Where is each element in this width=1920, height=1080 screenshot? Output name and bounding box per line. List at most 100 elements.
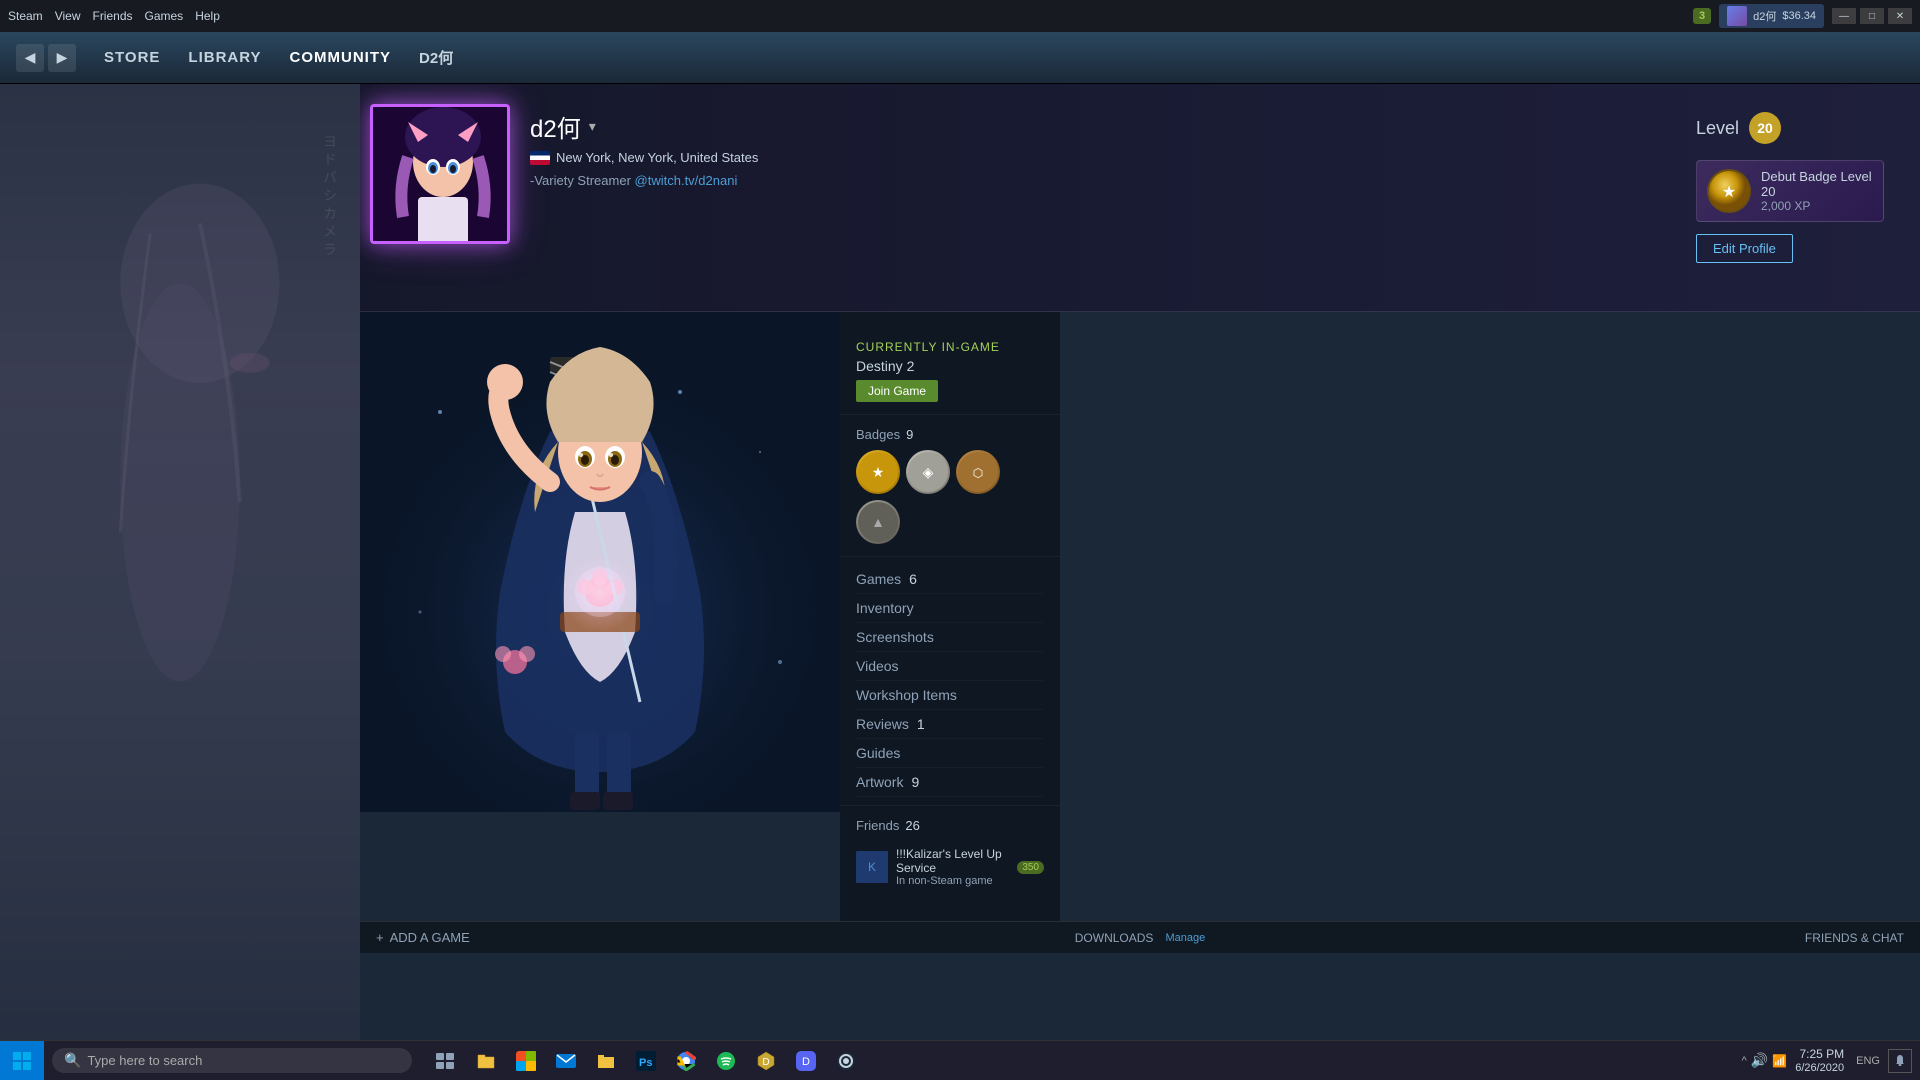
title-bar-menu: Steam View Friends Games Help	[8, 9, 220, 23]
profile-showcase	[360, 312, 840, 921]
profile-bio: -Variety Streamer @twitch.tv/d2nani	[530, 173, 1660, 188]
back-button[interactable]: ◀	[16, 44, 44, 72]
taskbar: 🔍 Type here to search Ps D	[0, 1040, 1920, 1080]
badges-count: 9	[906, 427, 913, 442]
explorer-button[interactable]	[468, 1043, 504, 1079]
profile-area: d2何 ▾ New York, New York, United States …	[360, 84, 1920, 1040]
destiny-app[interactable]: D	[748, 1043, 784, 1079]
edit-profile-button[interactable]: Edit Profile	[1696, 234, 1793, 263]
svg-text:★: ★	[1722, 184, 1736, 201]
title-bar-left: Steam View Friends Games Help	[8, 9, 220, 23]
join-game-button[interactable]: Join Game	[856, 380, 938, 402]
minimize-button[interactable]: —	[1832, 8, 1856, 24]
badges-section: Badges 9 ★ ◈ ⬡ ▲	[840, 415, 1060, 557]
svg-text:⬡: ⬡	[973, 466, 983, 480]
friends-label[interactable]: Friends	[856, 818, 899, 833]
screenshots-link[interactable]: Screenshots	[856, 623, 1044, 652]
artwork-count: 9	[911, 774, 919, 790]
profile-right-panel: Level 20	[1680, 104, 1900, 291]
artwork-link[interactable]: Artwork 9	[856, 768, 1044, 797]
videos-link[interactable]: Videos	[856, 652, 1044, 681]
workshop-link[interactable]: Workshop Items	[856, 681, 1044, 710]
volume-icon[interactable]: 🔊	[1751, 1052, 1768, 1069]
debut-badge-name: Debut Badge Level 20	[1761, 169, 1873, 199]
user-name-title[interactable]: d2何	[1753, 8, 1776, 24]
forward-button[interactable]: ▶	[48, 44, 76, 72]
notifications-button[interactable]	[1888, 1049, 1912, 1073]
jp-text-overlay: ヨドバシカメラ	[320, 134, 340, 260]
reviews-count: 1	[917, 716, 925, 732]
maximize-button[interactable]: □	[1860, 8, 1884, 24]
notifications-icon	[1893, 1054, 1907, 1068]
avatar-svg	[373, 107, 510, 244]
nav-library[interactable]: LIBRARY	[176, 41, 273, 74]
windows-icon	[12, 1051, 32, 1071]
add-game-label: ADD A GAME	[390, 930, 470, 945]
add-game-button[interactable]: + ADD A GAME	[376, 930, 470, 945]
badge-icon-3[interactable]: ⬡	[956, 450, 1000, 494]
mail-app[interactable]	[548, 1043, 584, 1079]
user-info-bar: d2何 $36.34	[1719, 4, 1824, 28]
bio-link[interactable]: @twitch.tv/d2nani	[635, 173, 738, 188]
store-app[interactable]	[508, 1043, 544, 1079]
time-date: 7:25 PM 6/26/2020	[1795, 1047, 1844, 1074]
bio-text: -Variety Streamer	[530, 173, 631, 188]
badges-title: Badges 9	[856, 427, 1044, 442]
friend-avatar: K	[856, 851, 888, 883]
photoshop-app[interactable]: Ps	[628, 1043, 664, 1079]
nav-store[interactable]: STORE	[92, 41, 172, 74]
menu-view[interactable]: View	[55, 9, 81, 23]
nav-username[interactable]: D2何	[407, 39, 465, 76]
svg-text:▲: ▲	[871, 514, 885, 530]
guides-link[interactable]: Guides	[856, 739, 1044, 768]
artwork-label: Artwork	[856, 774, 903, 790]
friend-item[interactable]: K !!!Kalizar's Level Up Service In non-S…	[856, 841, 1044, 893]
inventory-label: Inventory	[856, 600, 914, 616]
stats-section: Games 6 Inventory Screenshots Videos Wor…	[840, 557, 1060, 805]
taskbar-search[interactable]: 🔍 Type here to search	[52, 1048, 412, 1073]
friends-chat-button[interactable]: FRIENDS & CHAT	[1805, 931, 1904, 945]
discord-app[interactable]: D	[788, 1043, 824, 1079]
chrome-app[interactable]	[668, 1043, 704, 1079]
files-app[interactable]	[588, 1043, 624, 1079]
start-button[interactable]	[0, 1041, 44, 1080]
menu-friends[interactable]: Friends	[92, 9, 132, 23]
tray-expand[interactable]: ^	[1742, 1055, 1747, 1067]
nav-links: STORE LIBRARY COMMUNITY D2何	[92, 39, 465, 76]
notification-badge[interactable]: 3	[1693, 8, 1711, 24]
taskview-button[interactable]	[428, 1043, 464, 1079]
profile-info: d2何 ▾ New York, New York, United States …	[530, 104, 1660, 188]
avatar-container	[370, 104, 510, 244]
menu-steam[interactable]: Steam	[8, 9, 43, 23]
profile-dropdown-icon[interactable]: ▾	[589, 118, 596, 135]
debut-badge-info: Debut Badge Level 20 2,000 XP	[1761, 169, 1873, 213]
lang-indicator[interactable]: ENG	[1856, 1055, 1880, 1067]
jp-text-1: ヨドバシカメラ	[320, 134, 340, 260]
close-button[interactable]: ✕	[1888, 8, 1912, 24]
inventory-link[interactable]: Inventory	[856, 594, 1044, 623]
badges-label[interactable]: Badges	[856, 427, 900, 442]
avatar-image	[373, 107, 507, 241]
badge-icon-svg: ★	[1707, 169, 1751, 213]
profile-header: d2何 ▾ New York, New York, United States …	[360, 84, 1920, 312]
svg-text:◈: ◈	[923, 464, 934, 480]
badge-icon-4[interactable]: ▲	[856, 500, 900, 544]
friend-count-badge: 350	[1017, 861, 1044, 874]
menu-help[interactable]: Help	[195, 9, 220, 23]
badge-icon-2[interactable]: ◈	[906, 450, 950, 494]
showcase-image	[360, 312, 840, 812]
downloads-label: DOWNLOADS	[1075, 931, 1154, 945]
reviews-link[interactable]: Reviews 1	[856, 710, 1044, 739]
menu-games[interactable]: Games	[145, 9, 184, 23]
badge-icon-1[interactable]: ★	[856, 450, 900, 494]
downloads-manage[interactable]: Manage	[1165, 932, 1205, 944]
bg-anime-figure: ヨドバシカメラ	[0, 84, 360, 1040]
games-link[interactable]: Games 6	[856, 565, 1044, 594]
friend-name: !!!Kalizar's Level Up Service	[896, 847, 1005, 875]
spotify-app[interactable]	[708, 1043, 744, 1079]
taskbar-date: 6/26/2020	[1795, 1062, 1844, 1074]
window-controls: — □ ✕	[1832, 8, 1912, 24]
nav-community[interactable]: COMMUNITY	[278, 41, 404, 74]
wifi-icon[interactable]: 📶	[1772, 1054, 1787, 1068]
steam-app[interactable]	[828, 1043, 864, 1079]
